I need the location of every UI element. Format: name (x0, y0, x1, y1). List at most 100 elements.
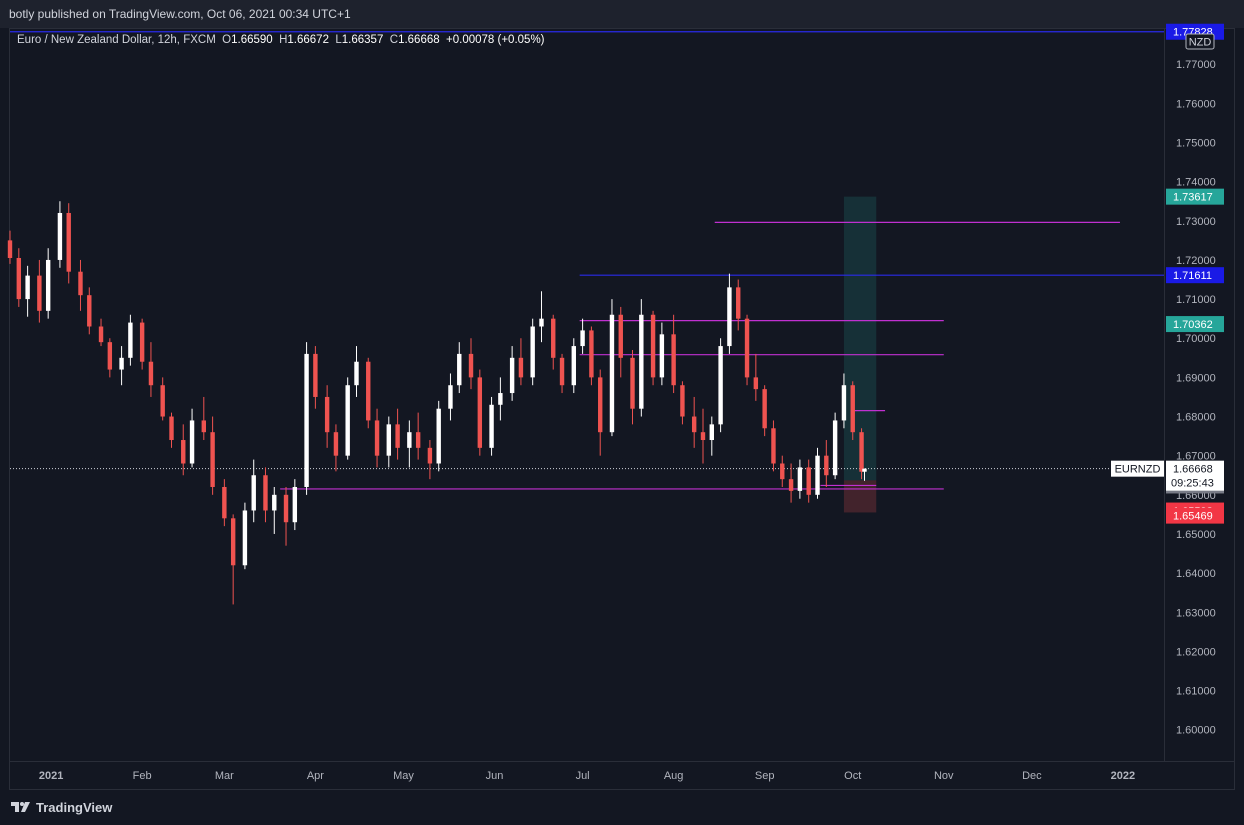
y-tick-label: 1.75000 (1176, 138, 1216, 150)
candle-body (304, 353, 309, 487)
candle-body (139, 322, 145, 362)
x-tick-label: Jul (576, 770, 590, 782)
candle-body (551, 318, 556, 358)
candle-body (201, 420, 207, 433)
candle-body (815, 455, 820, 495)
candle-body (251, 475, 256, 511)
x-tick-label: Sep (755, 770, 775, 782)
candle-body (530, 326, 535, 378)
y-tick-label: 1.69000 (1176, 372, 1216, 384)
candle-body (589, 330, 594, 378)
candle-body (436, 408, 441, 464)
footer-brand[interactable]: TradingView (10, 797, 112, 817)
candle-body (762, 389, 767, 429)
y-tick-label: 1.73000 (1176, 216, 1216, 228)
candle-body (559, 357, 565, 386)
candle-body (57, 212, 63, 260)
candle-body (718, 346, 723, 425)
candle-body (788, 479, 794, 491)
change-value: +0.00078 (+0.05%) (446, 34, 545, 46)
candle-body (374, 420, 380, 456)
candle-body (181, 440, 186, 464)
brand-name: TradingView (36, 799, 113, 815)
candle-body (7, 240, 13, 258)
price-tag-value: 1.71611 (1173, 270, 1212, 282)
candle-body (671, 334, 676, 386)
x-tick-label: Aug (664, 770, 684, 782)
candle-body (366, 361, 371, 421)
x-tick-label: 2022 (1111, 770, 1135, 782)
candle-body (709, 424, 714, 441)
candle-body (292, 486, 298, 523)
candle-body (700, 432, 706, 441)
candle-body (345, 385, 350, 456)
candle-body (45, 259, 51, 311)
candle-body (427, 447, 433, 464)
high-value: 1.66672 (287, 34, 329, 46)
candle-body (736, 287, 741, 319)
y-tick-label: 1.77000 (1176, 59, 1216, 71)
y-tick-label: 1.62000 (1176, 646, 1216, 658)
close-value: 1.66668 (398, 34, 440, 46)
close-label: C (389, 34, 399, 46)
last-price-value: 1.66668 (1173, 464, 1213, 476)
candle-body (598, 377, 603, 433)
candlestick-chart[interactable]: 1.60000 1.61000 1.62000 1.63000 1.64000 1.650… (0, 0, 1244, 825)
candle-body (407, 432, 412, 448)
candle-body (489, 404, 494, 448)
symbol-legend: Euro / New Zealand Dollar, 12h, FXCM O 1.… (17, 34, 545, 46)
candle-body (16, 257, 22, 300)
candle-body (87, 295, 92, 327)
y-tick-label: 1.64000 (1176, 568, 1216, 580)
candle-body (806, 467, 811, 495)
candle-body (222, 486, 227, 519)
x-tick-label: Apr (307, 770, 324, 782)
y-tick-label: 1.61000 (1176, 686, 1216, 698)
candle-body (160, 385, 165, 417)
open-label: O (222, 34, 232, 46)
bar-countdown: 09:25:43 (1171, 478, 1214, 490)
candle-body (313, 353, 318, 397)
candle-body (650, 314, 656, 378)
x-tick-label: Dec (1022, 770, 1042, 782)
candle-body (415, 432, 421, 448)
candle-body (324, 396, 330, 433)
candle-body (148, 361, 154, 386)
candle-body (691, 416, 697, 433)
y-tick-label: 1.71000 (1176, 294, 1216, 306)
candle-body (128, 322, 133, 358)
candle-body (210, 432, 215, 487)
candle-body (98, 326, 104, 343)
x-tick-label: Oct (844, 770, 861, 782)
candle-body (242, 510, 248, 566)
candle-body (639, 314, 644, 409)
candle-body (498, 393, 503, 405)
x-tick-label: Mar (215, 770, 234, 782)
candle-body (744, 318, 750, 378)
x-tick-label: May (393, 770, 414, 782)
y-tick-label: 1.68000 (1176, 412, 1216, 424)
y-tick-label: 1.74000 (1176, 177, 1216, 189)
y-tick-label: 1.72000 (1176, 255, 1216, 267)
candle-body (824, 455, 829, 476)
candle-body (169, 416, 174, 441)
x-tick-label: Jun (486, 770, 504, 782)
candle-body (862, 468, 867, 472)
y-tick-label: 1.70000 (1176, 333, 1216, 345)
candle-body (107, 342, 113, 370)
candle-body (832, 420, 838, 476)
price-tag-value: 1.65469 (1173, 511, 1213, 523)
candle-body (539, 318, 544, 327)
candle-body (609, 314, 615, 433)
candle-body (230, 518, 236, 566)
candle-body (771, 428, 776, 464)
candle-body (630, 357, 635, 409)
candle-body (78, 271, 83, 296)
y-tick-label: 1.65000 (1176, 529, 1216, 541)
candle-body (477, 377, 483, 448)
y-tick-label: 1.76000 (1176, 98, 1216, 110)
instrument-name: Euro / New Zealand Dollar, 12h, FXCM (17, 34, 216, 46)
x-tick-label: Nov (934, 770, 954, 782)
y-tick-label: 1.60000 (1176, 725, 1216, 737)
candle-body (780, 463, 785, 480)
